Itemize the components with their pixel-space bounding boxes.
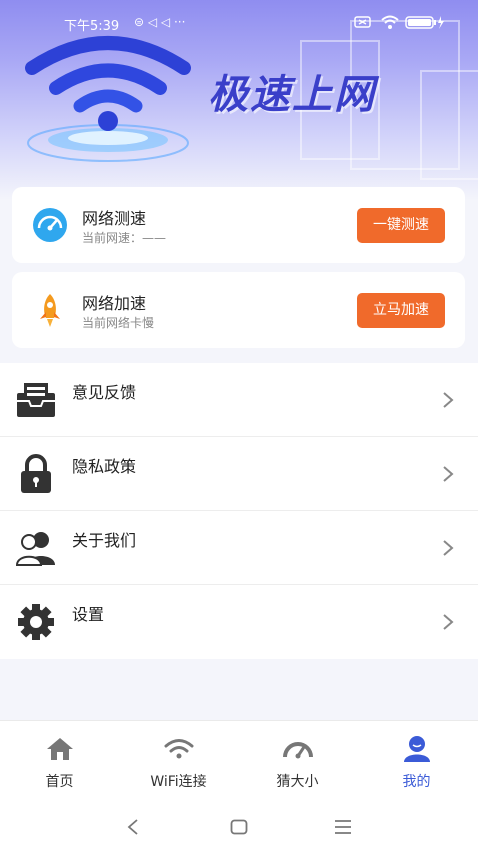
home-square-icon[interactable] bbox=[230, 819, 248, 839]
settings-menu: 意见反馈 隐私政策 关于我们 设置 bbox=[0, 363, 478, 659]
banner-decoration bbox=[420, 70, 478, 180]
tab-wifi[interactable]: WiFi连接 bbox=[119, 721, 238, 807]
tab-guess-size[interactable]: 猜大小 bbox=[238, 721, 357, 807]
profile-icon bbox=[401, 735, 433, 763]
wifi-icon bbox=[163, 735, 195, 763]
home-icon bbox=[44, 735, 76, 763]
tab-label: 我的 bbox=[402, 774, 431, 790]
menu-item-feedback[interactable]: 意见反馈 bbox=[0, 363, 478, 437]
boost-button[interactable]: 立马加速 bbox=[357, 293, 445, 328]
network-boost-card: 网络加速 当前网络卡慢 立马加速 bbox=[12, 272, 465, 348]
banner-title: 极速上网 bbox=[208, 72, 376, 118]
back-icon[interactable] bbox=[126, 818, 140, 840]
rocket-icon bbox=[32, 292, 68, 328]
battery-saver-icon bbox=[354, 14, 372, 34]
lock-icon bbox=[15, 453, 57, 495]
tab-home[interactable]: 首页 bbox=[0, 721, 119, 807]
chevron-right-icon bbox=[442, 613, 454, 631]
chevron-right-icon bbox=[442, 539, 454, 557]
speedometer-icon bbox=[32, 207, 68, 243]
bottom-tab-bar: 首页 WiFi连接 猜大小 我的 bbox=[0, 720, 478, 806]
speed-test-button[interactable]: 一键测速 bbox=[357, 208, 445, 243]
feedback-inbox-icon bbox=[15, 379, 57, 421]
chevron-right-icon bbox=[442, 391, 454, 409]
menu-item-settings[interactable]: 设置 bbox=[0, 585, 478, 659]
menu-item-label: 隐私政策 bbox=[72, 457, 137, 476]
recents-menu-icon[interactable] bbox=[334, 819, 352, 839]
tab-label: 首页 bbox=[45, 774, 74, 790]
menu-item-label: 意见反馈 bbox=[72, 383, 137, 402]
svg-text:⊜ ◁ ◁ ···: ⊜ ◁ ◁ ··· bbox=[134, 15, 185, 29]
menu-item-privacy[interactable]: 隐私政策 bbox=[0, 437, 478, 511]
users-icon bbox=[15, 527, 57, 569]
card-title: 网络加速 bbox=[82, 294, 147, 313]
tab-label: WiFi连接 bbox=[150, 774, 207, 790]
gauge-icon bbox=[282, 735, 314, 763]
card-subtitle: 当前网速：—— bbox=[82, 231, 167, 245]
battery-icon bbox=[405, 14, 445, 34]
gear-icon bbox=[15, 601, 57, 643]
card-title: 网络测速 bbox=[82, 209, 147, 228]
speed-test-card: 网络测速 当前网速：—— 一键测速 bbox=[12, 187, 465, 263]
header-banner: 下午5:39 ⊜ ◁ ◁ ··· 极速上网 bbox=[0, 0, 478, 200]
menu-item-label: 设置 bbox=[72, 605, 105, 624]
chevron-right-icon bbox=[442, 465, 454, 483]
wifi-status-icon bbox=[380, 14, 400, 34]
system-navigation-bar bbox=[0, 806, 478, 850]
wifi-illustration-icon bbox=[20, 28, 200, 168]
menu-item-label: 关于我们 bbox=[72, 531, 137, 550]
menu-item-about[interactable]: 关于我们 bbox=[0, 511, 478, 585]
tab-profile[interactable]: 我的 bbox=[357, 721, 476, 807]
tab-label: 猜大小 bbox=[276, 774, 319, 790]
card-subtitle: 当前网络卡慢 bbox=[82, 316, 155, 330]
